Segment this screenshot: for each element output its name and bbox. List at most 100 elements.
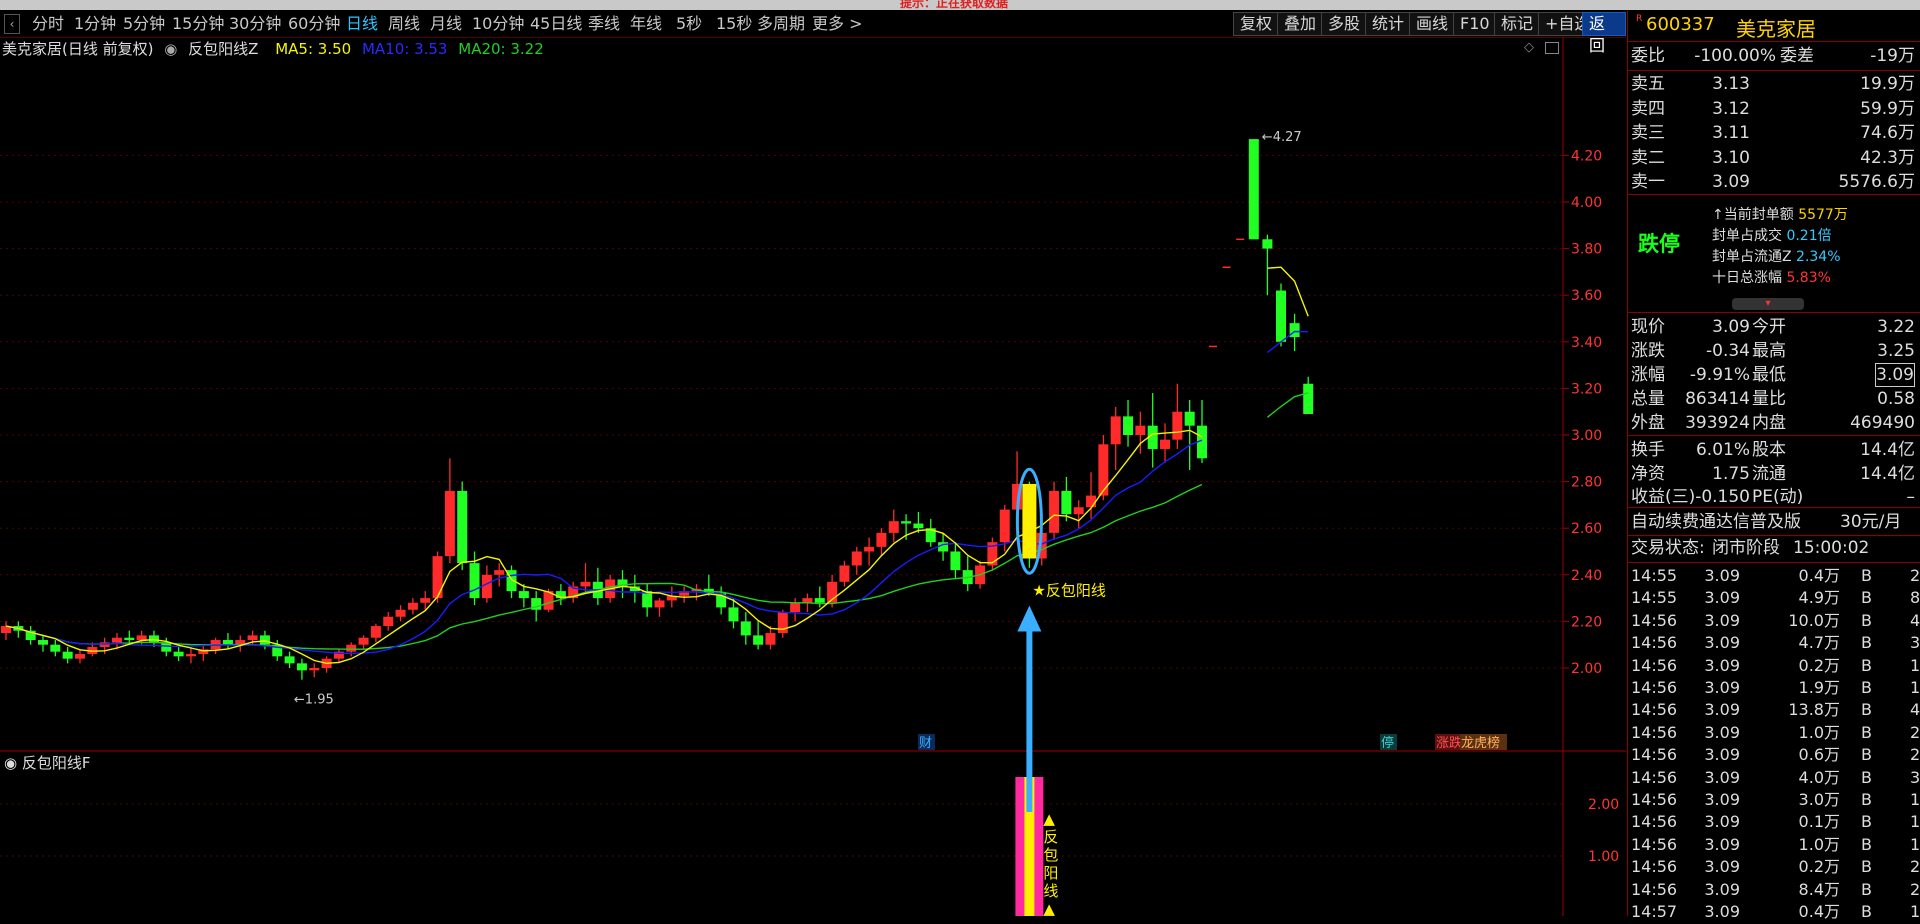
candle — [580, 581, 591, 587]
period-tab[interactable]: 1分钟 — [74, 14, 116, 34]
candle — [395, 609, 406, 617]
quote-panel: R 600337 美克家居 委比 -100.00% 委差 -19万 卖五 3.13… — [1627, 11, 1920, 921]
kline-chart[interactable]: 4.20 4.00 3.80 3.60 3.40 3.20 3.00 2.80 2.60 2.40… — [0, 37, 1626, 916]
period-tab[interactable]: 多周期 — [757, 14, 805, 34]
candle — [420, 598, 431, 603]
tick-time: 14:56 — [1631, 879, 1678, 899]
toolbar-button[interactable]: 标记 — [1494, 12, 1541, 36]
period-tab[interactable]: 季线 — [588, 14, 620, 34]
ask-volume: 59.9万 — [1860, 98, 1915, 119]
candle — [407, 602, 418, 610]
tick-time: 14:56 — [1631, 767, 1678, 787]
toolbar-button[interactable]: 画线 — [1409, 12, 1456, 36]
ad-row[interactable]: 自动续费通达信普及版 30元/月 — [1628, 510, 1920, 534]
sub-tick: 2.00 — [1588, 797, 1619, 813]
price-axis: 4.20 4.00 3.80 3.60 3.40 3.20 3.00 2.80 2.60 2.40… — [1563, 148, 1602, 677]
tick-price: 3.09 — [1704, 588, 1740, 608]
period-tab[interactable]: 周线 — [388, 14, 420, 34]
tick-count: 1 — [1910, 678, 1920, 697]
quote-value: 469490 — [1850, 413, 1915, 433]
chevron-left-icon[interactable]: ‹ — [4, 14, 20, 34]
tick-side: B — [1861, 767, 1872, 787]
quote-label: 内盘 — [1752, 413, 1786, 433]
r-badge: R — [1636, 14, 1643, 24]
tick-time: 14:56 — [1631, 655, 1678, 675]
ad-text: 自动续费通达信普及版 — [1631, 512, 1801, 532]
period-tab[interactable]: 15秒 — [716, 14, 752, 34]
tick-row: 14:56 3.09 1.0万 B 2 — [1628, 721, 1920, 745]
ask-price: 3.11 — [1712, 123, 1750, 143]
tick-volume: 4.9万 — [1798, 588, 1840, 608]
period-tab[interactable]: 分时 — [32, 14, 64, 34]
price-tick: 2.40 — [1571, 568, 1602, 584]
toolbar-button[interactable]: F10 — [1453, 12, 1497, 36]
candle — [864, 546, 875, 552]
stock-header: R 600337 美克家居 — [1628, 11, 1920, 42]
tick-row: 14:56 3.09 1.9万 B 1 — [1628, 676, 1920, 700]
period-tab[interactable]: 年线 — [630, 14, 662, 34]
tick-volume: 0.2万 — [1798, 655, 1840, 675]
period-tab[interactable]: 5分钟 — [123, 14, 165, 34]
candle — [1248, 139, 1259, 240]
toolbar-button[interactable]: 多股 — [1321, 12, 1368, 36]
tick-count: 2 — [1910, 722, 1920, 742]
tick-price: 3.09 — [1704, 767, 1740, 787]
menu-bar: 提示：正在获取数据 — [0, 0, 1920, 10]
tick-volume: 8.4万 — [1798, 879, 1840, 899]
toolbar-button[interactable]: 统计 — [1365, 12, 1412, 36]
tick-price: 3.09 — [1704, 834, 1740, 854]
ask-volume: 19.9万 — [1860, 74, 1915, 94]
tick-side: B — [1861, 790, 1872, 809]
candle — [494, 570, 505, 575]
period-toolbar: ‹ 分时 1分钟 5分钟 15分钟 30分钟 60分钟 日线 周线 月线 10分钟 45日线 季线 年线… — [0, 10, 1626, 55]
quote-label: 涨幅 — [1631, 365, 1665, 385]
period-tab[interactable]: 45日线 — [530, 14, 582, 34]
ask-label: 卖三 — [1631, 123, 1665, 143]
period-tab[interactable]: 30分钟 — [229, 14, 281, 34]
tick-volume: 13.8万 — [1788, 700, 1840, 720]
tick-volume: 0.6万 — [1798, 745, 1840, 765]
period-tab[interactable]: 月线 — [430, 14, 462, 34]
period-tab[interactable]: 10分钟 — [472, 14, 524, 34]
fund-row: 净资 1.75 流通 14.4亿 — [1628, 462, 1920, 486]
fund-label: 股本 — [1752, 440, 1786, 460]
price-tick: 2.00 — [1571, 661, 1602, 677]
collapse-button[interactable]: ▾ — [1732, 298, 1804, 310]
candle — [185, 654, 196, 657]
tick-row: 14:56 3.09 4.7万 B 3 — [1628, 631, 1920, 655]
tick-count: 1 — [1910, 790, 1920, 809]
period-tab[interactable]: 15分钟 — [172, 14, 224, 34]
ask-row: 卖二 3.10 42.3万 — [1628, 146, 1920, 170]
period-tab[interactable]: 5秒 — [676, 14, 702, 34]
price-tick: 3.80 — [1571, 242, 1602, 258]
tick-row: 14:56 3.09 1.0万 B 1 — [1628, 833, 1920, 857]
tick-side: B — [1861, 700, 1872, 720]
tick-time: 14:56 — [1631, 610, 1678, 630]
toolbar-button[interactable]: 叠加 — [1277, 12, 1324, 36]
tick-count: 4 — [1910, 610, 1920, 630]
signal-candle — [1022, 483, 1037, 559]
candle — [1061, 490, 1072, 515]
quote-row: 涨幅 -9.91% 最低 3.09 — [1628, 363, 1920, 387]
period-tab[interactable]: 更多 > — [812, 14, 863, 34]
price-tick: 3.40 — [1571, 335, 1602, 351]
tick-row: 14:56 3.09 13.8万 B 4 — [1628, 698, 1920, 722]
candle — [728, 607, 739, 622]
toolbar-button[interactable]: 返回 — [1582, 12, 1626, 55]
candle — [1289, 323, 1300, 338]
tick-side: B — [1861, 812, 1872, 832]
candle — [1135, 425, 1146, 435]
candle — [999, 509, 1010, 543]
tick-row: 14:56 3.09 4.0万 B 3 — [1628, 766, 1920, 790]
candle — [111, 637, 122, 643]
quote-value: -9.91% — [1689, 365, 1750, 385]
period-tab[interactable]: 60分钟 — [288, 14, 340, 34]
tick-side: B — [1861, 588, 1872, 608]
period-tab[interactable]: 日线 — [346, 14, 378, 34]
ask-volume: 74.6万 — [1860, 123, 1915, 143]
candle — [124, 637, 135, 641]
tick-count: 3 — [1910, 633, 1920, 653]
tick-time: 14:56 — [1631, 722, 1678, 742]
toolbar-button[interactable]: 复权 — [1233, 12, 1280, 36]
tick-side: B — [1861, 610, 1872, 630]
